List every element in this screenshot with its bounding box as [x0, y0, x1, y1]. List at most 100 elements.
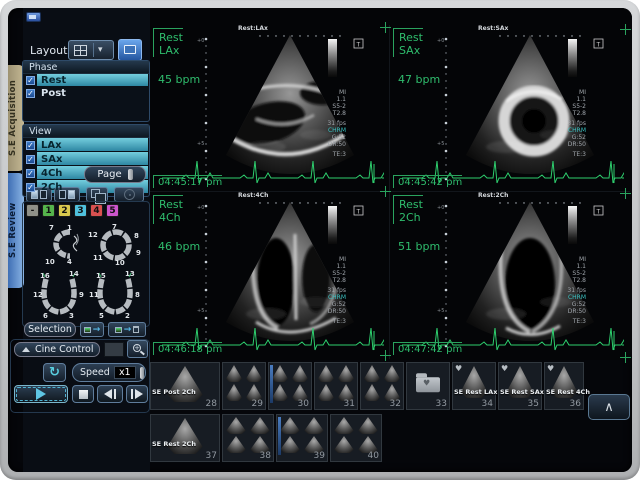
thumbnail-34[interactable]: ♥SE Rest LAx34 [452, 362, 496, 410]
thumbnail-36[interactable]: ♥SE Rest 4Ch36 [544, 362, 584, 410]
quad-label: RestSAx [393, 28, 423, 57]
checkbox-2ch[interactable]: ✓ [26, 183, 35, 192]
phase-row-rest[interactable]: ✓ Rest [23, 74, 149, 87]
quad-rest-lax[interactable]: +0+5T Rest:LAx RestLAx 45 bpm MI1.1S5-2T… [150, 25, 390, 192]
delete-image-button[interactable]: → [108, 322, 146, 337]
tech-line: T2.8 [302, 110, 346, 117]
tech-line: T2.8 [542, 110, 586, 117]
tech-line: DR:50 [302, 141, 346, 148]
step-back-button[interactable] [97, 385, 123, 403]
quad-label: RestLAx [153, 28, 183, 57]
send-image-button[interactable]: → [80, 322, 104, 337]
display-icon [124, 45, 136, 54]
svg-text:12: 12 [33, 291, 43, 299]
heart-rate: 47 bpm [398, 73, 440, 86]
thumbnail-33[interactable]: 33 [406, 362, 450, 410]
checkbox-post[interactable]: ✓ [26, 89, 35, 98]
svg-text:+5: +5 [437, 141, 444, 147]
monitor-bezel: S.E Acquisition S.E Review Layout ▾ Phas… [0, 0, 640, 480]
tech-line: MI [302, 89, 346, 96]
tech-line: DR:50 [542, 308, 586, 315]
heart-icon: ♥ [455, 364, 462, 373]
thumbnail-number: 32 [390, 399, 401, 409]
layout-dropdown[interactable]: ▾ [68, 40, 114, 60]
step-forward-button[interactable] [126, 385, 148, 403]
thumbnail-39[interactable]: 39 [276, 414, 328, 462]
app-screen: S.E Acquisition S.E Review Layout ▾ Phas… [8, 8, 632, 472]
registration-mark [620, 24, 631, 35]
tech-readout: MI1.1S5-2T2.831 fpsCHRMG:52DR:50TE:3 [542, 89, 586, 158]
phase-panel: Phase ✓ Rest ✓ Post [22, 60, 150, 122]
thumbnail-number: 33 [436, 399, 447, 409]
speed-knob[interactable] [140, 367, 144, 379]
checkbox-sax[interactable]: ✓ [26, 155, 35, 164]
heart-icon: ♥ [547, 364, 554, 373]
tech-line: MI [542, 89, 586, 96]
svg-text:8: 8 [134, 232, 139, 240]
checkbox-4ch[interactable]: ✓ [26, 169, 35, 178]
tech-line: 1.1 [302, 263, 346, 270]
checkbox-lax[interactable]: ✓ [26, 141, 35, 150]
stop-button[interactable] [72, 385, 94, 403]
svg-text:4: 4 [67, 258, 72, 266]
tech-line: CHRM [542, 294, 586, 301]
thumbnail-31[interactable]: 31 [314, 362, 358, 410]
timestamp: 04:47:42 pm [393, 342, 462, 355]
thumbnail-label: SE Rest LAx [454, 388, 497, 396]
tech-line: MI [302, 256, 346, 263]
tech-line: 1.1 [542, 96, 586, 103]
mini-ui-bar [270, 365, 273, 403]
view-row-lax[interactable]: ✓ LAx [23, 138, 149, 152]
view-row-sax[interactable]: ✓ SAx [23, 152, 149, 166]
collapse-strip-button[interactable]: ∧ [588, 394, 630, 420]
loop-button[interactable]: ↻ [43, 363, 66, 382]
thumbnail-40[interactable]: 40 [330, 414, 382, 462]
zoom-button[interactable]: + [127, 340, 148, 358]
arrow-right-icon: → [93, 327, 101, 333]
trash-icon [133, 326, 139, 333]
image-title: Rest:SAx [478, 25, 508, 32]
thumbnail-30[interactable]: 30 [268, 362, 312, 410]
svg-text:2: 2 [125, 312, 130, 320]
page-knob[interactable] [128, 169, 133, 180]
svg-text:5: 5 [99, 312, 104, 320]
thumbnail-label: SE Rest SAx [500, 388, 544, 396]
tech-line: T2.8 [542, 277, 586, 284]
checkbox-rest[interactable]: ✓ [26, 76, 35, 85]
tech-readout: MI1.1S5-2T2.831 fpsCHRMG:52DR:50TE:3 [542, 256, 586, 325]
tech-line: S5-2 [302, 103, 346, 110]
play-button[interactable] [14, 385, 68, 403]
quad-rest-sax[interactable]: +0+5T Rest:SAx RestSAx 47 bpm MI1.1S5-2T… [390, 25, 630, 192]
quad-rest-2ch[interactable]: +0+5T Rest:2Ch Rest2Ch 51 bpm MI1.1S5-2T… [390, 192, 630, 359]
selection-button[interactable]: Selection [24, 322, 76, 337]
thumbnail-28[interactable]: SE Post 2Ch28 [150, 362, 220, 410]
segment-diagram-4ch[interactable]: 161412963 [32, 270, 86, 320]
registration-mark [620, 188, 631, 199]
speed-control[interactable]: Speed x1 [72, 363, 146, 382]
thumbnail-32[interactable]: 32 [360, 362, 404, 410]
thumbnail-row-1: SE Post 2Ch282930313233♥SE Rest LAx34♥SE… [150, 362, 584, 410]
page-button[interactable]: Page [84, 166, 146, 183]
cine-control-button[interactable]: Cine Control [14, 342, 100, 357]
segment-diagram-lax[interactable]: 71104 [30, 222, 82, 266]
quad-rest-4ch[interactable]: +0+5T Rest:4Ch Rest4Ch 46 bpm MI1.1S5-2T… [150, 192, 390, 359]
target-icon [124, 189, 135, 200]
svg-text:+0: +0 [197, 38, 204, 44]
thumbnail-number: 37 [206, 451, 217, 461]
target-button[interactable] [114, 187, 144, 202]
layout-apply-button[interactable] [118, 39, 142, 61]
speed-value: x1 [114, 366, 136, 379]
thumbnail-29[interactable]: 29 [222, 362, 266, 410]
segment-diagram-sax[interactable]: 789101112 [86, 222, 144, 266]
thumbnail-37[interactable]: SE Rest 2Ch37 [150, 414, 220, 462]
image-title: Rest:4Ch [238, 192, 268, 199]
thumbnail-38[interactable]: 38 [222, 414, 274, 462]
folder-icon [416, 377, 440, 392]
image-right-icon [68, 190, 75, 199]
phase-row-post[interactable]: ✓ Post [23, 87, 149, 100]
segment-diagram-2ch[interactable]: 151311852 [88, 270, 142, 320]
duplicate-image-button[interactable] [86, 187, 108, 202]
tech-line: 31 fps [302, 120, 346, 127]
svg-text:+5: +5 [437, 308, 444, 314]
thumbnail-35[interactable]: ♥SE Rest SAx35 [498, 362, 542, 410]
